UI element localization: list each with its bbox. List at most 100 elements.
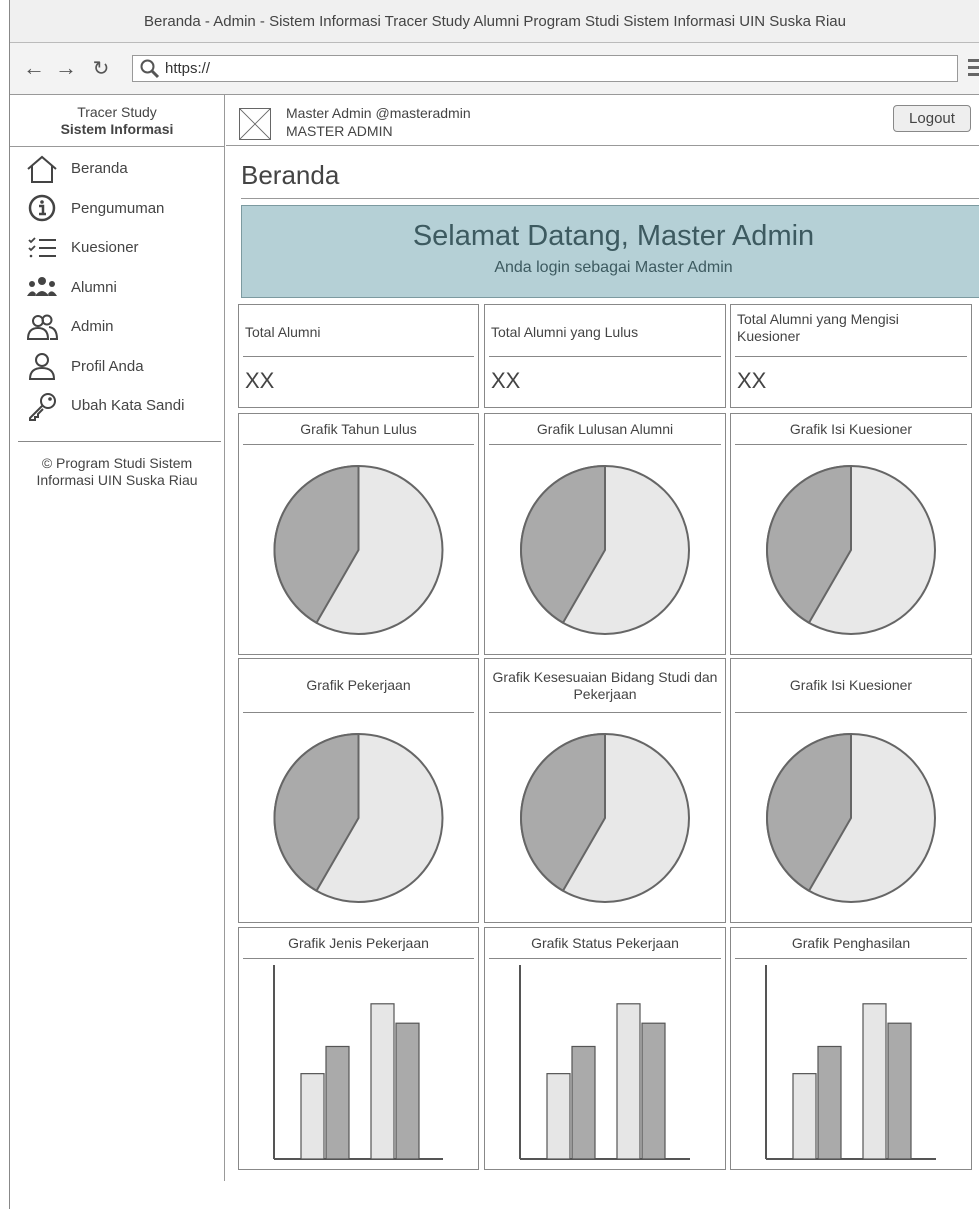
chart-divider bbox=[489, 444, 721, 445]
avatar bbox=[239, 108, 271, 140]
chart-divider bbox=[735, 712, 967, 713]
sidebar-item-beranda[interactable]: Beranda bbox=[10, 149, 224, 189]
chart-title: Grafik Isi Kuesioner bbox=[789, 677, 913, 693]
sidebar-item-label: Kuesioner bbox=[71, 239, 139, 257]
sidebar-item-label: Pengumuman bbox=[71, 199, 165, 217]
sidebar-item-label: Beranda bbox=[71, 160, 128, 178]
sidebar-item-label: Ubah Kata Sandi bbox=[71, 397, 185, 415]
welcome-title: Selamat Datang, Master Admin bbox=[412, 220, 815, 252]
chart-card-pekerjaan: Grafik Pekerjaan bbox=[238, 658, 479, 923]
chart-divider bbox=[735, 444, 967, 445]
copyright: © Program Studi Sistem Informasi UIN Sus… bbox=[36, 454, 198, 488]
chart-card-status-pekerjaan: Grafik Status Pekerjaan bbox=[484, 927, 726, 1170]
top-header: Master Admin @masteradmin MASTER ADMIN L… bbox=[226, 95, 979, 146]
bar bbox=[616, 1003, 641, 1160]
bar-chart bbox=[765, 965, 936, 1160]
pie-chart bbox=[766, 464, 936, 635]
stat-divider bbox=[735, 356, 967, 357]
bar bbox=[887, 1022, 912, 1160]
pie-chart bbox=[520, 732, 690, 903]
sidebar-item-pengumuman[interactable]: Pengumuman bbox=[10, 189, 224, 229]
reload-icon[interactable]: ↻ bbox=[89, 55, 113, 81]
chart-divider bbox=[243, 712, 474, 713]
chart-title: Grafik Isi Kuesioner bbox=[789, 420, 913, 437]
sidebar-item-alumni[interactable]: Alumni bbox=[10, 268, 224, 308]
info-icon bbox=[28, 195, 56, 222]
stat-card-total-mengisi: Total Alumni yang Mengisi Kuesioner XX bbox=[730, 304, 972, 408]
pie-chart bbox=[273, 732, 444, 903]
browser-toolbar: ← → ↻ https:// bbox=[10, 43, 979, 95]
welcome-banner: Selamat Datang, Master Admin Anda login … bbox=[241, 205, 979, 298]
sidebar-item-ubah-kata-sandi[interactable]: Ubah Kata Sandi bbox=[10, 386, 224, 426]
chart-title: Grafik Penghasilan bbox=[791, 934, 911, 951]
bar bbox=[370, 1003, 395, 1160]
pie-chart bbox=[273, 464, 444, 635]
welcome-subtitle: Anda login sebagai Master Admin bbox=[494, 259, 733, 276]
home-icon bbox=[27, 155, 57, 183]
chart-card-kesesuaian: Grafik Kesesuaian Bidang Studi dan Peker… bbox=[484, 658, 726, 923]
chart-card-lulusan-alumni: Grafik Lulusan Alumni bbox=[484, 413, 726, 655]
pie-chart bbox=[520, 464, 690, 635]
chart-title: Grafik Status Pekerjaan bbox=[531, 934, 679, 951]
browser-menu-icon[interactable] bbox=[968, 59, 979, 79]
bar bbox=[641, 1022, 666, 1160]
sidebar-item-label: Profil Anda bbox=[71, 357, 144, 375]
chart-title: Grafik Pekerjaan bbox=[306, 677, 411, 693]
bar bbox=[792, 1073, 817, 1160]
key-icon bbox=[29, 392, 56, 421]
url-text: https:// bbox=[165, 60, 211, 77]
stat-label: Total Alumni yang Mengisi Kuesioner bbox=[737, 311, 899, 344]
chart-divider bbox=[735, 958, 967, 959]
pie-chart bbox=[766, 732, 936, 903]
chart-card-isi-kuesioner-2: Grafik Isi Kuesioner bbox=[730, 658, 972, 923]
sidebar: Tracer Study Sistem Informasi Beranda Pe… bbox=[10, 95, 225, 1181]
address-bar[interactable]: https:// bbox=[132, 55, 958, 82]
stat-value: XX bbox=[245, 368, 275, 393]
bar bbox=[546, 1073, 571, 1160]
chart-card-isi-kuesioner: Grafik Isi Kuesioner bbox=[730, 413, 972, 655]
chart-divider bbox=[489, 712, 721, 713]
checklist-icon bbox=[28, 237, 56, 258]
group-icon bbox=[27, 277, 57, 297]
stat-label: Total Alumni bbox=[245, 323, 321, 340]
stat-divider bbox=[489, 356, 721, 357]
stat-label: Total Alumni yang Lulus bbox=[491, 323, 639, 340]
bar bbox=[862, 1003, 887, 1160]
page-title: Beranda bbox=[241, 160, 340, 190]
chart-card-penghasilan: Grafik Penghasilan bbox=[730, 927, 972, 1170]
sidebar-item-label: Admin bbox=[71, 318, 114, 336]
sidebar-item-label: Alumni bbox=[71, 278, 117, 296]
stat-value: XX bbox=[737, 368, 767, 393]
bar-chart bbox=[273, 965, 443, 1160]
user-role: MASTER ADMIN bbox=[286, 123, 393, 139]
sidebar-item-profil[interactable]: Profil Anda bbox=[10, 347, 224, 387]
user-name: Master Admin @masteradmin bbox=[286, 105, 471, 121]
search-icon bbox=[140, 59, 160, 78]
sidebar-item-kuesioner[interactable]: Kuesioner bbox=[10, 228, 224, 268]
chart-card-jenis-pekerjaan: Grafik Jenis Pekerjaan bbox=[238, 927, 479, 1170]
forward-icon[interactable]: → bbox=[54, 55, 78, 81]
chart-title: Grafik Lulusan Alumni bbox=[536, 420, 674, 437]
user-icon bbox=[28, 353, 56, 381]
bar-chart bbox=[519, 965, 690, 1160]
browser-window: Beranda - Admin - Sistem Informasi Trace… bbox=[9, 0, 979, 1209]
stat-card-total-lulus: Total Alumni yang Lulus XX bbox=[484, 304, 726, 408]
chart-divider bbox=[243, 958, 474, 959]
stat-card-total-alumni: Total Alumni XX bbox=[238, 304, 479, 408]
chart-title: Grafik Kesesuaian Bidang Studi dan Peker… bbox=[492, 668, 718, 702]
logout-button[interactable]: Logout bbox=[893, 105, 971, 132]
users-icon bbox=[26, 314, 59, 340]
bar bbox=[325, 1045, 350, 1160]
sidebar-item-admin[interactable]: Admin bbox=[10, 307, 224, 347]
chart-divider bbox=[489, 958, 721, 959]
back-icon[interactable]: ← bbox=[22, 55, 46, 81]
brand: Tracer Study Sistem Informasi bbox=[10, 95, 224, 147]
bar bbox=[571, 1045, 596, 1160]
chart-divider bbox=[243, 444, 474, 445]
stat-divider bbox=[243, 356, 474, 357]
bar bbox=[300, 1073, 325, 1160]
window-title: Beranda - Admin - Sistem Informasi Trace… bbox=[10, 0, 979, 43]
chart-card-tahun-lulus: Grafik Tahun Lulus bbox=[238, 413, 479, 655]
chart-title: Grafik Jenis Pekerjaan bbox=[288, 934, 429, 951]
stat-value: XX bbox=[491, 368, 521, 393]
